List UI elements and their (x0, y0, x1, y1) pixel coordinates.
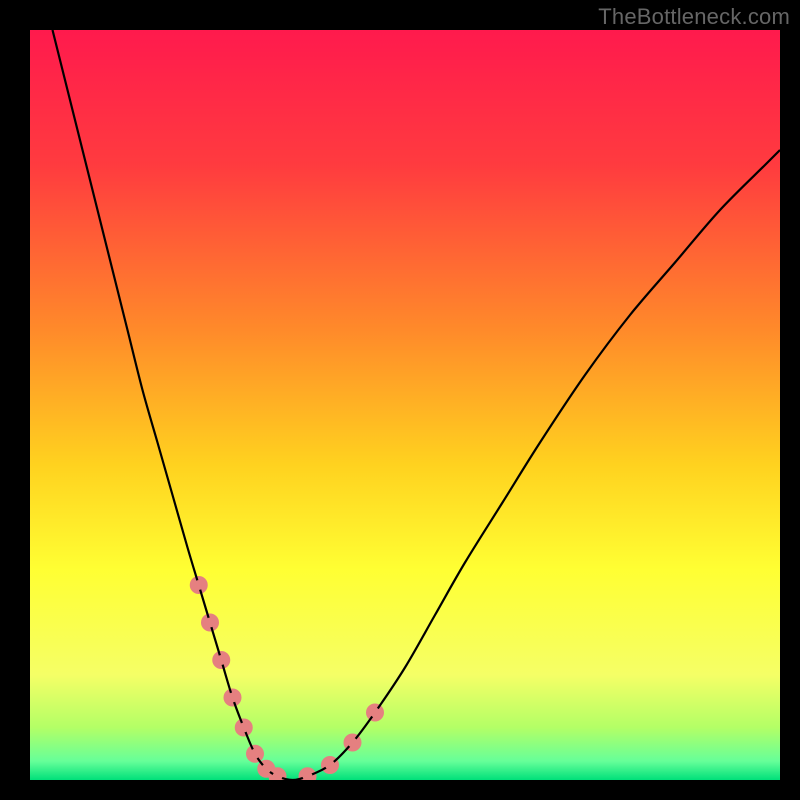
chart-svg (30, 30, 780, 780)
chart-plot-area (30, 30, 780, 780)
chart-marker-core (216, 655, 226, 665)
watermark-text: TheBottleneck.com (598, 4, 790, 30)
chart-marker-core (261, 764, 271, 774)
chart-marker-core (205, 618, 215, 628)
chart-marker-core (250, 749, 260, 759)
chart-marker-core (370, 708, 380, 718)
chart-marker-core (348, 738, 358, 748)
chart-marker-core (194, 580, 204, 590)
chart-marker-core (239, 723, 249, 733)
chart-frame: TheBottleneck.com (0, 0, 800, 800)
chart-marker-core (325, 760, 335, 770)
chart-marker-core (228, 693, 238, 703)
